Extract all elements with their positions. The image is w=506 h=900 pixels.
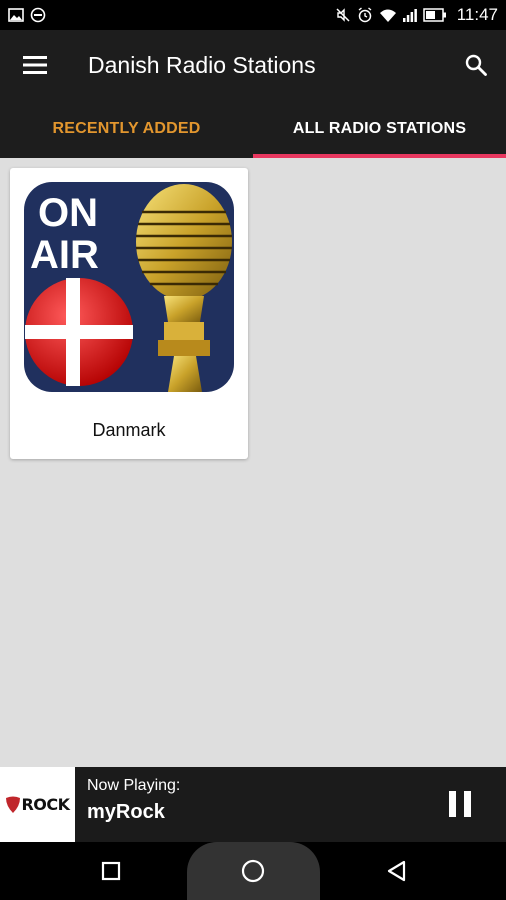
station-name: Danmark [92,420,166,440]
status-bar: 11:47 [0,0,506,30]
alarm-icon [357,7,373,23]
on-air-text-line1: ON [38,191,98,235]
tab-bar: RECENTLY ADDED ALL RADIO STATIONS [0,100,506,158]
app-bar: Danish Radio Stations [0,30,506,100]
tab-recently-added[interactable]: RECENTLY ADDED [0,100,253,158]
station-logo: ROCK [0,767,75,842]
recents-square-icon[interactable] [90,842,132,900]
status-time: 11:47 [456,5,498,24]
image-icon [8,8,24,22]
guitar-pick-icon [6,796,21,813]
station-card[interactable]: ON AIR Danmark [10,168,248,459]
mute-icon [335,7,351,23]
now-playing-label: Now Playing: [87,777,181,794]
hamburger-menu-icon[interactable] [0,30,70,100]
now-playing-bar[interactable]: ROCK Now Playing: myRock [0,767,506,842]
tab-all-radio-stations[interactable]: ALL RADIO STATIONS [253,100,506,158]
station-logo-text: ROCK [21,795,70,814]
wifi-icon [379,8,397,22]
system-nav-bar [0,842,506,900]
signal-icon [402,8,417,22]
battery-icon [422,8,447,22]
blocked-icon [30,7,46,23]
back-triangle-icon[interactable] [375,842,417,900]
app-title: Danish Radio Stations [88,51,316,78]
pause-icon[interactable] [440,783,480,825]
now-playing-station: myRock [87,801,165,823]
on-air-microphone-logo: ON AIR [24,182,234,392]
search-icon[interactable] [446,30,506,100]
on-air-text-line2: AIR [30,233,99,277]
home-circle-icon[interactable] [232,842,274,900]
